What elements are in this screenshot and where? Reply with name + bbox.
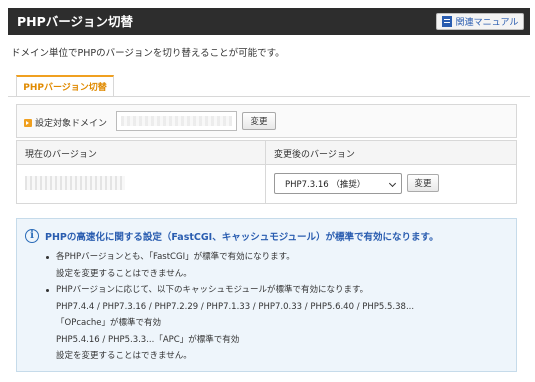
page-description: ドメイン単位でPHPのバージョンを切り替えることが可能です。 bbox=[11, 48, 285, 59]
version-table-header: 現在のバージョン 変更後のバージョン bbox=[17, 141, 516, 165]
chevron-down-icon bbox=[388, 179, 397, 188]
page-header: PHPバージョン切替 関連マニュアル bbox=[8, 8, 530, 35]
version-change-button[interactable]: 変更 bbox=[407, 174, 439, 192]
arrow-icon bbox=[24, 118, 32, 127]
domain-change-button[interactable]: 変更 bbox=[242, 112, 276, 130]
php-version-selected: PHP7.3.16 （推奨） bbox=[285, 179, 366, 190]
page-title: PHPバージョン切替 bbox=[17, 14, 134, 29]
info-title-text: PHPの高速化に関する設定（FastCGI、キャッシュモジュール）が標準で有効に… bbox=[45, 232, 439, 243]
domain-row: 設定対象ドメイン 変更 bbox=[16, 104, 517, 138]
info-list: 各PHPバージョンとも、「FastCGI」が標準で有効になります。 設定を変更す… bbox=[45, 249, 414, 365]
version-table: 現在のバージョン 変更後のバージョン PHP7.3.16 （推奨） 変更 bbox=[16, 140, 517, 204]
current-version-value bbox=[25, 176, 125, 190]
php-version-select[interactable]: PHP7.3.16 （推奨） bbox=[274, 173, 402, 194]
domain-label-text: 設定対象ドメイン bbox=[35, 119, 108, 129]
info-title: i PHPの高速化に関する設定（FastCGI、キャッシュモジュール）が標準で有… bbox=[25, 229, 439, 243]
tab-divider bbox=[8, 96, 530, 97]
list-item: PHPバージョンに応じて、以下のキャッシュモジュールが標準で有効になります。 P… bbox=[45, 282, 414, 365]
domain-label: 設定対象ドメイン bbox=[24, 116, 107, 129]
info-box: i PHPの高速化に関する設定（FastCGI、キャッシュモジュール）が標準で有… bbox=[16, 218, 517, 372]
list-item: 各PHPバージョンとも、「FastCGI」が標準で有効になります。 設定を変更す… bbox=[45, 249, 414, 282]
related-manual-button[interactable]: 関連マニュアル bbox=[436, 13, 524, 30]
related-manual-label: 関連マニュアル bbox=[455, 18, 519, 28]
info-icon: i bbox=[25, 229, 39, 243]
new-version-header: 変更後のバージョン bbox=[274, 150, 355, 160]
book-icon bbox=[441, 16, 452, 27]
tab-php-version-switch[interactable]: PHPバージョン切替 bbox=[16, 75, 114, 96]
current-version-header: 現在のバージョン bbox=[25, 150, 97, 160]
domain-select[interactable] bbox=[116, 111, 237, 131]
column-divider bbox=[265, 141, 266, 203]
redacted-domain bbox=[121, 116, 232, 126]
